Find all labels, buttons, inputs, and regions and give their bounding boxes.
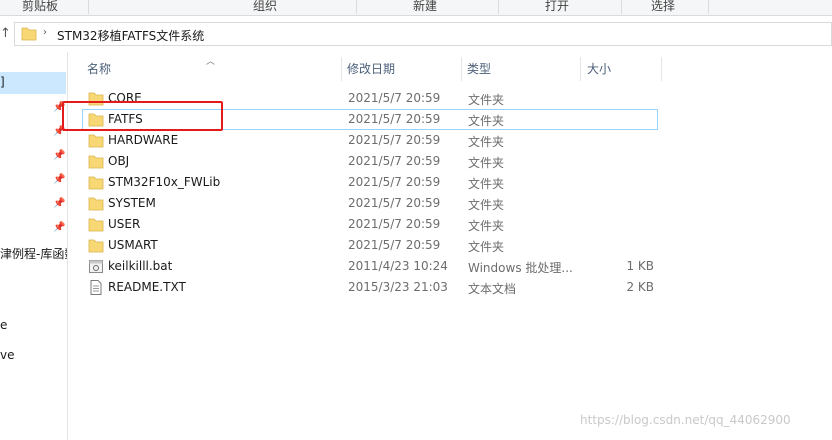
- file-row-obj[interactable]: OBJ 2021/5/7 20:59 文件夹: [82, 151, 658, 172]
- file-date: 2021/5/7 20:59: [348, 217, 441, 231]
- ribbon-separator: [621, 0, 622, 14]
- file-row-system[interactable]: SYSTEM 2021/5/7 20:59 文件夹: [82, 193, 658, 214]
- pin-icon[interactable]: 📌: [53, 198, 65, 210]
- column-header-date[interactable]: 修改日期: [342, 57, 462, 81]
- address-bar-row: ↑ › STM32移植FATFS文件系统: [0, 16, 832, 52]
- ribbon-group-open: 打开: [544, 0, 569, 13]
- ribbon-separator: [88, 0, 89, 14]
- file-name: USER: [108, 217, 141, 231]
- column-divider[interactable]: [661, 57, 662, 81]
- ribbon-group-clipboard: 剪贴板: [21, 0, 58, 13]
- file-date: 2011/4/23 10:24: [348, 259, 448, 273]
- column-header-name[interactable]: 名称: [82, 57, 342, 81]
- file-type: 文件夹: [468, 240, 505, 254]
- file-size: 1 KB: [626, 259, 654, 273]
- folder-icon: [88, 196, 104, 211]
- file-date: 2021/5/7 20:59: [348, 133, 441, 147]
- file-name: USMART: [108, 238, 158, 252]
- file-date: 2021/5/7 20:59: [348, 238, 441, 252]
- file-type: 文件夹: [468, 93, 505, 107]
- highlight-box-annotation: [62, 101, 223, 131]
- ribbon-separator: [708, 0, 709, 14]
- file-row-readme-txt[interactable]: README.TXT 2015/3/23 21:03 文本文档 2 KB: [82, 277, 658, 298]
- file-date: 2021/5/7 20:59: [348, 112, 441, 126]
- file-row-keilkilll-bat[interactable]: keilkilll.bat 2011/4/23 10:24 Windows 批处…: [82, 256, 658, 277]
- ribbon-separator: [356, 0, 357, 14]
- batch-file-icon: [88, 259, 104, 274]
- file-date: 2021/5/7 20:59: [348, 91, 441, 105]
- file-type: 文件夹: [468, 114, 505, 128]
- file-type: 文本文档: [468, 282, 517, 296]
- folder-icon: [88, 238, 104, 253]
- folder-icon: [21, 26, 37, 44]
- file-name: STM32F10x_FWLib: [108, 175, 221, 189]
- file-type: Windows 批处理...: [468, 261, 573, 275]
- column-header-size[interactable]: 大小: [582, 57, 662, 81]
- ribbon-group-select: 选择: [650, 0, 675, 13]
- nav-item-label[interactable]: 津例程-库函数: [0, 245, 67, 262]
- file-type: 文件夹: [468, 135, 505, 149]
- file-date: 2021/5/7 20:59: [348, 175, 441, 189]
- file-size: 2 KB: [626, 280, 654, 294]
- column-header-type[interactable]: 类型: [462, 57, 580, 81]
- file-name: HARDWARE: [108, 133, 179, 147]
- ribbon-group-organize: 组织: [252, 0, 277, 13]
- ribbon-group-labels: 剪贴板 组织 新建 打开 选择: [0, 0, 832, 16]
- file-type: 文件夹: [468, 198, 505, 212]
- file-type: 文件夹: [468, 156, 505, 170]
- breadcrumb-current-folder[interactable]: STM32移植FATFS文件系统: [57, 27, 204, 44]
- folder-icon: [88, 217, 104, 232]
- folder-icon: [88, 133, 104, 148]
- pin-icon[interactable]: 📌: [53, 222, 65, 234]
- address-bar[interactable]: › STM32移植FATFS文件系统: [14, 22, 832, 46]
- ribbon-separator: [498, 0, 499, 14]
- folder-icon: [88, 175, 104, 190]
- up-arrow-icon[interactable]: ↑: [0, 25, 14, 43]
- ribbon-group-new: 新建: [412, 0, 437, 13]
- file-row-usmart[interactable]: USMART 2021/5/7 20:59 文件夹: [82, 235, 658, 256]
- pin-icon[interactable]: 📌: [53, 174, 65, 186]
- pin-icon[interactable]: 📌: [53, 150, 65, 162]
- file-date: 2015/3/23 21:03: [348, 280, 448, 294]
- file-row-stm32f10x-fwlib[interactable]: STM32F10x_FWLib 2021/5/7 20:59 文件夹: [82, 172, 658, 193]
- text-file-icon: [88, 280, 104, 295]
- file-type: 文件夹: [468, 219, 505, 233]
- file-date: 2021/5/7 20:59: [348, 154, 441, 168]
- column-header: ︿ 名称 修改日期 类型 大小: [82, 57, 662, 81]
- navigation-pane[interactable]: ] 📌 📌 📌 📌 📌 📌 津例程-库函数 e ve: [0, 52, 68, 440]
- nav-item-label[interactable]: ve: [0, 348, 14, 362]
- column-divider[interactable]: [580, 57, 581, 81]
- file-name: keilkilll.bat: [108, 259, 173, 273]
- nav-item-label[interactable]: e: [0, 318, 7, 332]
- nav-item-selected[interactable]: ]: [0, 72, 66, 94]
- file-type: 文件夹: [468, 177, 505, 191]
- file-name: OBJ: [108, 154, 130, 168]
- file-row-user[interactable]: USER 2021/5/7 20:59 文件夹: [82, 214, 658, 235]
- folder-icon: [88, 154, 104, 169]
- file-name: README.TXT: [108, 280, 186, 294]
- file-row-hardware[interactable]: HARDWARE 2021/5/7 20:59 文件夹: [82, 130, 658, 151]
- breadcrumb-separator[interactable]: ›: [43, 27, 47, 38]
- file-name: SYSTEM: [108, 196, 156, 210]
- file-date: 2021/5/7 20:59: [348, 196, 441, 210]
- watermark-url: https://blog.csdn.net/qq_44062900: [580, 413, 791, 427]
